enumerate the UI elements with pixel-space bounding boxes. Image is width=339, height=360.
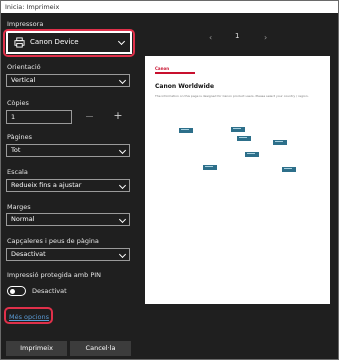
more-options-link[interactable]: Més opcions <box>9 313 49 321</box>
chevron-down-icon <box>118 181 127 190</box>
print-button[interactable]: Imprimeix <box>6 341 67 356</box>
printer-label: Impressora <box>7 20 44 28</box>
doc-logo: Canon <box>155 66 170 71</box>
headers-footers-select[interactable]: Desactivat <box>6 248 130 261</box>
copies-input[interactable]: 1 <box>6 110 72 124</box>
pages-label: Pàgines <box>7 133 33 141</box>
headers-footers-value: Desactivat <box>11 250 46 258</box>
print-dialog: Inicia: Imprimeix Impressora Canon Devic… <box>0 0 339 360</box>
printer-value: Canon Device <box>30 38 79 46</box>
margins-label: Marges <box>7 203 31 211</box>
cancel-button[interactable]: Cancel·la <box>70 341 131 356</box>
previous-page-button[interactable]: ‹ <box>209 33 212 42</box>
settings-panel: Impressora Canon Device Orientació Verti… <box>1 13 139 359</box>
pin-toggle-text: Desactivat <box>32 287 67 295</box>
map-marker <box>231 127 245 132</box>
pin-toggle[interactable] <box>7 286 26 296</box>
orientation-label: Orientació <box>7 63 41 71</box>
pin-label: Impressió protegida amb PIN <box>7 271 102 279</box>
chevron-down-icon <box>118 250 127 259</box>
chevron-down-icon <box>118 76 127 85</box>
doc-body: The information on this page is designed… <box>155 94 309 98</box>
window-title: Inicia: Imprimeix <box>1 1 338 13</box>
margins-select[interactable]: Normal <box>6 213 130 226</box>
map-marker <box>282 167 296 172</box>
map-marker <box>273 140 287 145</box>
chevron-down-icon <box>118 146 127 155</box>
copies-label: Còpies <box>7 99 29 107</box>
chevron-down-icon <box>118 215 127 224</box>
map-marker <box>237 136 251 141</box>
preview-page: Canon Canon Worldwide The information on… <box>145 56 330 304</box>
pages-value: Tot <box>11 146 21 154</box>
map-marker <box>245 152 259 157</box>
scale-label: Escala <box>7 168 28 176</box>
scale-value: Redueix fins a ajustar <box>11 181 82 189</box>
next-page-button[interactable]: › <box>264 33 267 42</box>
decrement-copies-button[interactable] <box>86 116 93 117</box>
printer-select[interactable]: Canon Device <box>6 31 132 54</box>
map-marker <box>203 165 217 170</box>
toggle-knob <box>10 288 15 294</box>
scale-select[interactable]: Redueix fins a ajustar <box>6 179 130 192</box>
headers-footers-label: Capçaleres i peus de pàgina <box>7 237 99 245</box>
increment-copies-button[interactable]: + <box>113 109 123 123</box>
doc-title: Canon Worldwide <box>155 83 215 90</box>
preview-panel: ‹ 1 › Canon Canon Worldwide The informat… <box>139 13 338 359</box>
printer-icon <box>14 37 25 48</box>
map-marker <box>179 128 193 133</box>
chevron-down-icon <box>117 37 126 46</box>
pages-select[interactable]: Tot <box>6 144 130 157</box>
margins-value: Normal <box>11 215 35 223</box>
page-number: 1 <box>235 32 240 40</box>
doc-logo-bar <box>155 72 195 74</box>
orientation-value: Vertical <box>11 76 36 84</box>
orientation-select[interactable]: Vertical <box>6 74 130 87</box>
